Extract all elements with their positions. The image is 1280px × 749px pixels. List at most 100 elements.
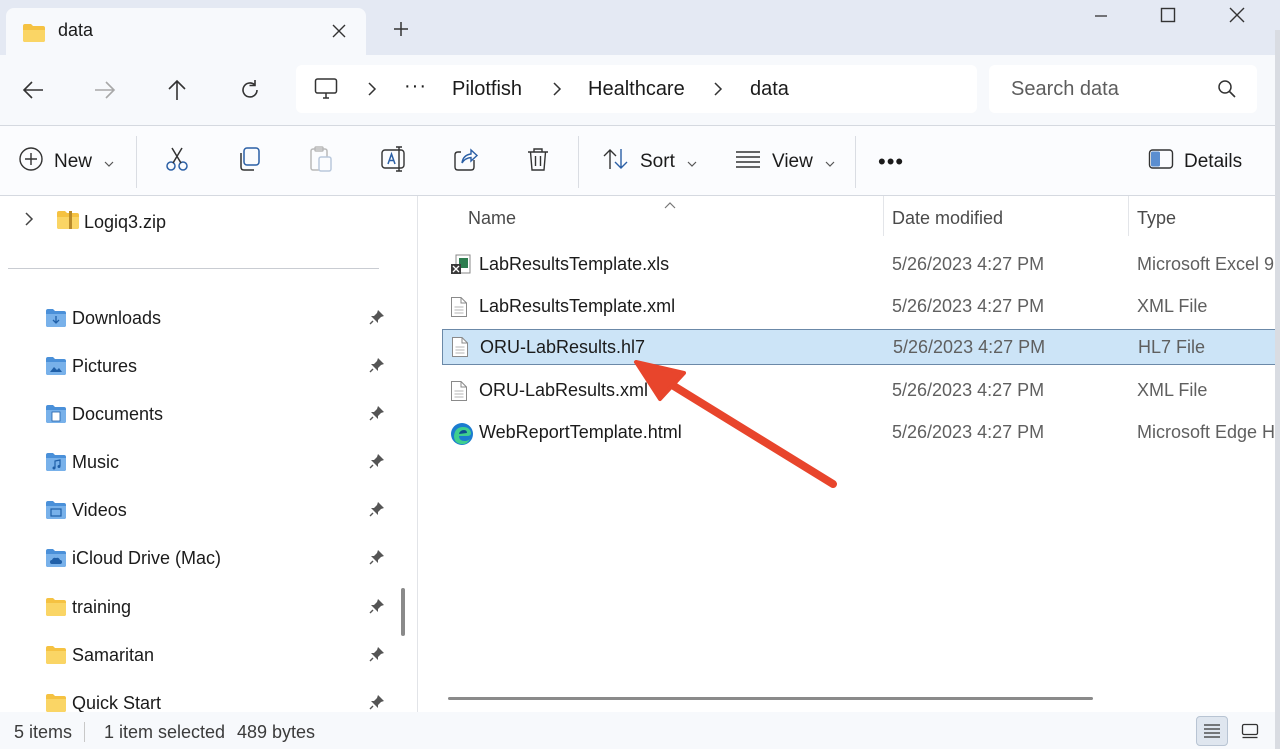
chevron-right-icon[interactable]	[549, 79, 565, 99]
breadcrumb-data[interactable]: data	[750, 78, 789, 101]
breadcrumb-more[interactable]: ···	[404, 75, 427, 98]
sidebar-item-label: Samaritan	[72, 645, 155, 665]
pin-icon[interactable]	[369, 646, 385, 667]
sidebar-item-label: Downloads	[72, 308, 162, 328]
trash-icon	[525, 146, 551, 178]
file-row-selected[interactable]: ORU-LabResults.hl7 5/26/2023 4:27 PM HL7…	[442, 329, 1275, 365]
new-button[interactable]: New	[18, 144, 114, 180]
maximize-button[interactable]	[1137, 0, 1199, 30]
column-header-type[interactable]: Type	[1137, 208, 1176, 229]
sidebar-item-pictures[interactable]: Pictures	[0, 345, 395, 387]
window-edge	[1275, 30, 1280, 749]
file-row[interactable]: ORU-LabResults.xml 5/26/2023 4:27 PM XML…	[442, 372, 1275, 410]
chevron-down-icon	[825, 151, 835, 173]
plus-circle-icon	[18, 146, 44, 178]
paste-button[interactable]	[308, 144, 334, 180]
share-icon	[453, 146, 479, 178]
rename-icon	[380, 146, 408, 178]
search-placeholder: Search data	[1011, 78, 1119, 100]
pin-icon[interactable]	[369, 357, 385, 378]
pin-icon[interactable]	[369, 549, 385, 570]
pin-icon[interactable]	[369, 309, 385, 330]
up-button[interactable]	[158, 71, 196, 109]
file-name: LabResultsTemplate.xls	[479, 254, 670, 274]
file-list: Name Date modified Type LabResultsTempla…	[418, 196, 1275, 712]
search-icon[interactable]	[1217, 79, 1237, 104]
videos-folder-icon	[45, 500, 67, 525]
file-type: XML File	[1137, 296, 1208, 316]
breadcrumb-healthcare[interactable]: Healthcare	[588, 78, 685, 101]
sort-button[interactable]: Sort	[602, 144, 697, 180]
tiles-view-toggle[interactable]	[1234, 716, 1266, 746]
close-window-button[interactable]	[1206, 0, 1268, 30]
file-name: ORU-LabResults.hl7	[480, 337, 646, 357]
sidebar-item-videos[interactable]: Videos	[0, 489, 395, 531]
document-file-icon	[450, 380, 468, 407]
file-type: XML File	[1137, 380, 1208, 400]
back-button[interactable]	[14, 71, 52, 109]
address-bar[interactable]: ··· Pilotfish Healthcare data	[296, 65, 977, 113]
pin-icon[interactable]	[369, 453, 385, 474]
chevron-right-icon[interactable]	[710, 79, 726, 99]
navigation-pane: Logiq3.zip Downloads Pictures Documents	[0, 196, 417, 712]
breadcrumb-pilotfish[interactable]: Pilotfish	[452, 78, 522, 101]
pin-icon[interactable]	[369, 694, 385, 712]
copy-button[interactable]	[236, 144, 262, 180]
pin-icon[interactable]	[369, 598, 385, 619]
column-header-name[interactable]: Name	[468, 208, 516, 229]
pin-icon[interactable]	[369, 405, 385, 426]
this-pc-icon[interactable]	[314, 77, 338, 106]
navigation-bar: ··· Pilotfish Healthcare data Search dat…	[0, 55, 1280, 125]
details-pane-button[interactable]: Details	[1148, 144, 1242, 180]
status-divider	[84, 722, 85, 742]
sidebar-item-icloud-drive[interactable]: iCloud Drive (Mac)	[0, 537, 395, 579]
file-date: 5/26/2023 4:27 PM	[892, 296, 1045, 316]
close-tab-icon[interactable]	[324, 16, 354, 46]
search-box[interactable]: Search data	[989, 65, 1257, 113]
file-row[interactable]: WebReportTemplate.html 5/26/2023 4:27 PM…	[442, 414, 1275, 452]
command-bar: New Sort View ••• Details	[0, 125, 1275, 196]
cut-button[interactable]	[164, 144, 190, 180]
file-row[interactable]: LabResultsTemplate.xml 5/26/2023 4:27 PM…	[442, 288, 1275, 326]
sidebar-item-downloads[interactable]: Downloads	[0, 297, 395, 339]
column-divider[interactable]	[883, 196, 884, 236]
chevron-down-icon	[104, 151, 114, 173]
selection-size: 489 bytes	[237, 722, 316, 742]
rename-button[interactable]	[380, 144, 408, 180]
sidebar-item-label: Videos	[72, 500, 127, 520]
sidebar-divider	[8, 268, 379, 269]
sidebar-scrollbar[interactable]	[401, 588, 405, 636]
share-button[interactable]	[453, 144, 479, 180]
more-options-icon: •••	[878, 149, 905, 174]
sidebar-item-samaritan[interactable]: Samaritan	[0, 634, 395, 676]
details-view-toggle[interactable]	[1196, 716, 1228, 746]
folder-icon	[22, 23, 46, 48]
sidebar-item-logiq3-zip[interactable]: Logiq3.zip	[0, 196, 390, 248]
downloads-folder-icon	[45, 308, 67, 333]
refresh-button[interactable]	[231, 71, 269, 109]
sidebar-item-music[interactable]: Music	[0, 441, 395, 483]
chevron-right-icon[interactable]	[24, 212, 34, 231]
column-header-date[interactable]: Date modified	[892, 208, 1003, 229]
file-name: LabResultsTemplate.xml	[479, 296, 676, 316]
delete-button[interactable]	[525, 144, 551, 180]
sidebar-item-quick-start[interactable]: Quick Start	[0, 682, 395, 712]
document-file-icon	[451, 336, 469, 363]
sidebar-item-training[interactable]: training	[0, 586, 395, 628]
pin-icon[interactable]	[369, 501, 385, 522]
copy-icon	[236, 146, 262, 178]
view-button[interactable]: View	[734, 144, 835, 180]
column-divider[interactable]	[1128, 196, 1129, 236]
sidebar-item-documents[interactable]: Documents	[0, 393, 395, 435]
toolbar-divider	[136, 136, 137, 188]
sidebar-item-label: Music	[72, 452, 120, 472]
more-options-button[interactable]: •••	[878, 144, 904, 180]
new-tab-button[interactable]	[386, 14, 416, 44]
forward-button[interactable]	[86, 71, 124, 109]
minimize-button[interactable]	[1070, 0, 1132, 30]
chevron-right-icon[interactable]	[364, 79, 380, 99]
horizontal-scrollbar[interactable]	[448, 697, 1093, 700]
tab-data[interactable]: data	[6, 8, 366, 55]
file-row[interactable]: LabResultsTemplate.xls 5/26/2023 4:27 PM…	[442, 246, 1275, 284]
toolbar-divider	[578, 136, 579, 188]
